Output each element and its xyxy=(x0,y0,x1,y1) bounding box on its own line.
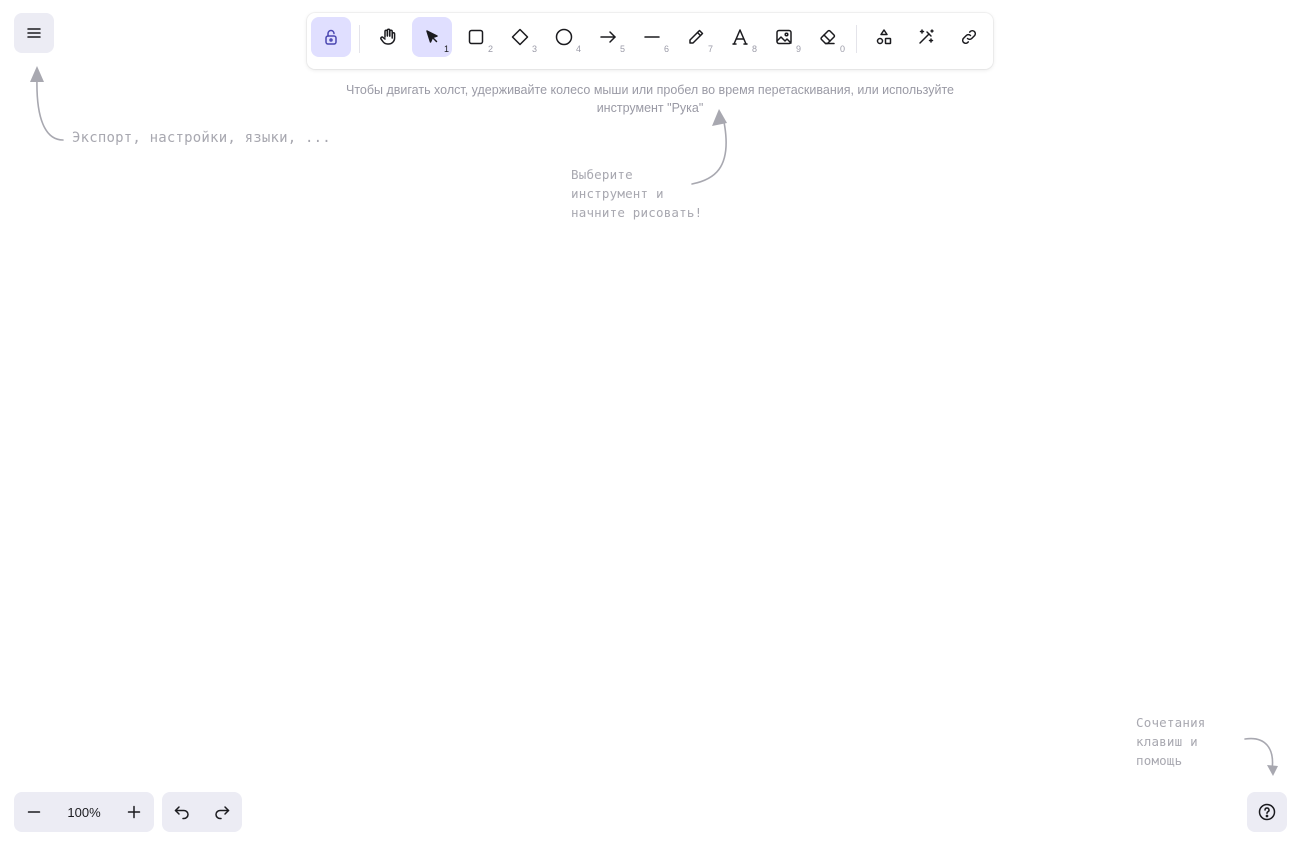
zoom-controls: 100% xyxy=(14,792,154,832)
zoom-in-button[interactable] xyxy=(114,792,154,832)
minus-icon xyxy=(27,811,41,813)
menu-hint: Экспорт, настройки, языки, ... xyxy=(72,130,331,146)
zoom-reset-button[interactable]: 100% xyxy=(54,792,114,832)
undo-icon xyxy=(174,806,189,820)
redo-button[interactable] xyxy=(202,792,242,832)
help-button[interactable] xyxy=(1247,792,1287,832)
help-hint: Сочетания клавиш и помощь xyxy=(1136,715,1206,768)
zoom-out-button[interactable] xyxy=(14,792,54,832)
tool-hint: Выберите инструмент и начните рисовать! xyxy=(571,167,703,220)
menu-hint-arrow xyxy=(30,66,1278,776)
undo-button[interactable] xyxy=(162,792,202,832)
history-controls xyxy=(162,792,242,832)
plus-icon xyxy=(127,805,141,819)
help-circle-icon xyxy=(1258,803,1276,821)
redo-icon xyxy=(215,806,230,820)
